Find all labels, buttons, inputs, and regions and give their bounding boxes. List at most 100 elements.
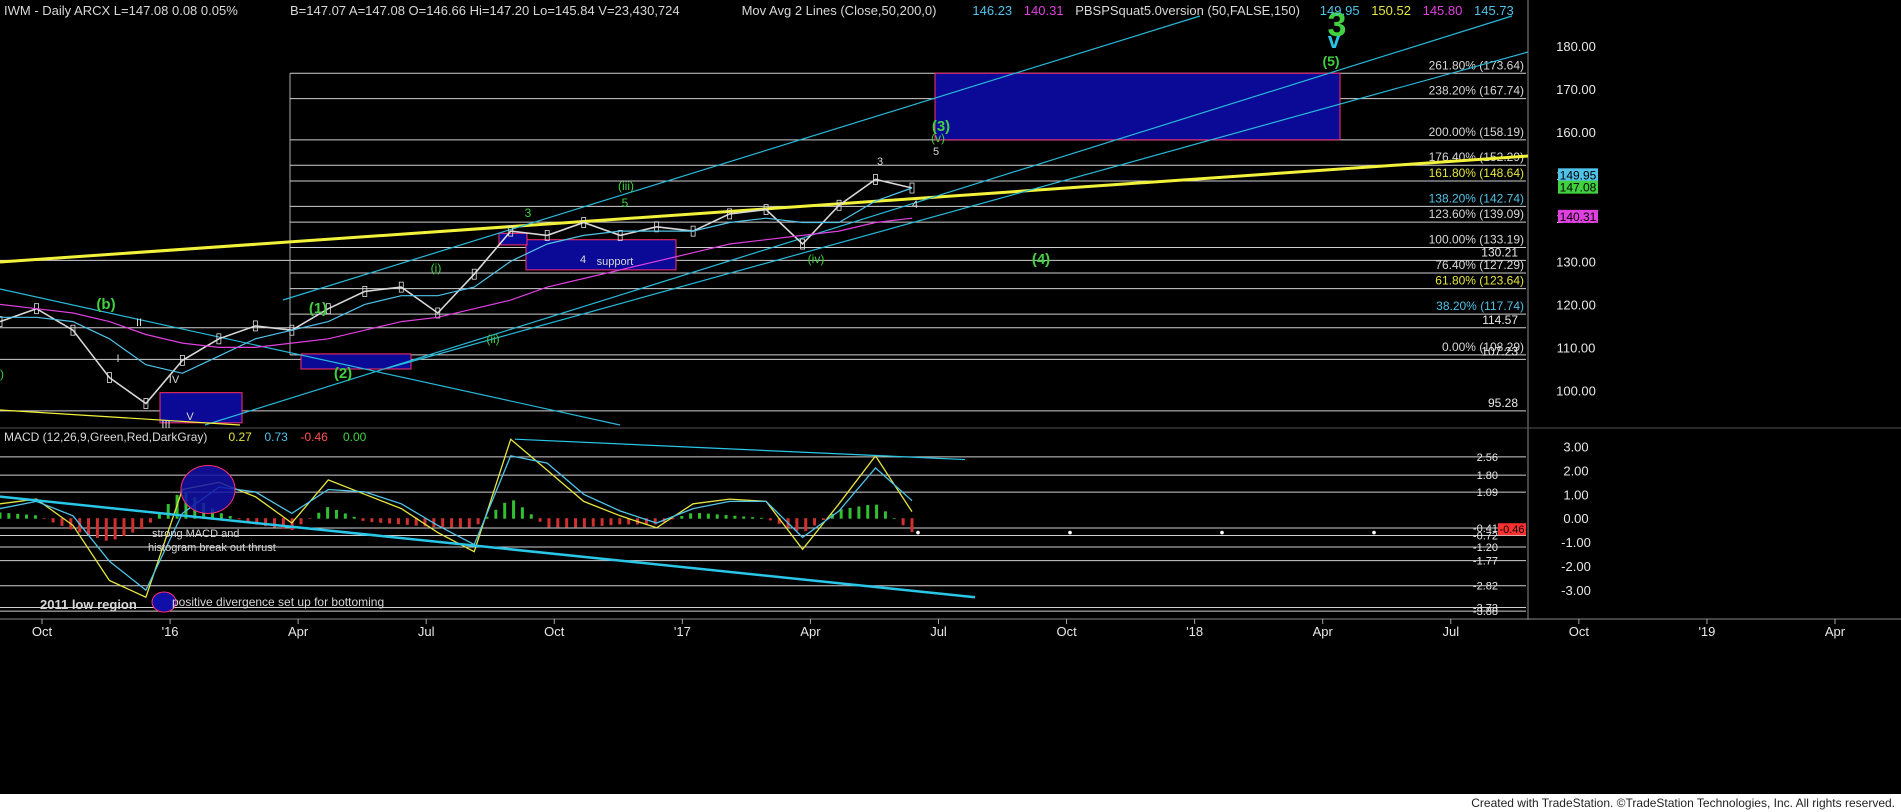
macd-histogram-bar [582,518,586,528]
wave-label: (1) [309,300,327,317]
macd-level-label: 1.80 [1477,470,1498,482]
macd-histogram-bar [25,514,29,519]
macd-histogram-bar [299,518,303,525]
header-item: IWM - Daily ARCX L=147.08 0.08 0.05% [4,3,238,18]
macd-histogram-bar [680,516,684,519]
header-item: 140.31 [1024,3,1064,18]
macd-histogram-bar [317,512,321,519]
macd-histogram-bar [149,518,153,523]
wave-label: (4) [1032,251,1050,268]
macd-histogram-bar [574,518,578,528]
wave-label: 5 [933,146,939,158]
macd-histogram-bar [759,517,763,519]
macd-histogram-bar [237,518,241,520]
macd-histogram-bar [0,512,2,519]
time-tick-label: '16 [162,624,179,639]
macd-header-item: 0.73 [265,430,289,444]
macd-level-label: -1.77 [1473,556,1498,568]
time-tick-label: Apr [1313,624,1334,639]
macd-histogram-bar [396,518,400,525]
last-price-tag-label: 140.31 [1560,210,1597,224]
macd-histogram-bar [95,518,99,538]
wave-label: v [1328,28,1341,53]
macd-histogram-bar [768,518,772,521]
wave-label: II [136,317,142,329]
macd-histogram-bar [7,513,11,519]
macd-annotation: 2011 low region [40,597,137,612]
time-tick-label: Jul [418,624,435,639]
horizontal-level-label: 130.21 [1481,245,1518,259]
macd-histogram-bar [87,518,91,536]
wave-label: I [116,353,119,365]
macd-histogram-bar [742,516,746,519]
target-box [934,72,1341,141]
macd-histogram-bar [848,507,852,519]
wave-label: (ii) [486,332,499,346]
time-tick-label: Oct [1569,624,1590,639]
macd-tick-label: 2.00 [1563,463,1588,478]
macd-histogram-bar [813,518,817,526]
price-tick-label: 100.00 [1556,384,1596,399]
time-tick-label: Apr [800,624,821,639]
macd-future-dot [1068,530,1072,535]
macd-histogram-bar [352,516,356,519]
wave-label: (iii) [618,179,634,193]
macd-histogram-bar [706,513,710,519]
macd-histogram-bar [697,512,701,519]
wave-label: 3 [525,206,532,220]
macd-histogram-bar [441,518,445,528]
header-item: 145.73 [1474,3,1514,18]
macd-histogram-bar [618,518,622,525]
macd-tick-label: 0.00 [1563,511,1588,526]
header-item: 145.80 [1423,3,1463,18]
header-item: 150.52 [1371,3,1411,18]
macd-histogram-bar [16,513,20,519]
macd-histogram-bar [370,518,374,523]
macd-header-item: MACD (12,26,9,Green,Red,DarkGray) [4,430,207,444]
fib-level-label: 200.00% (158.19) [1429,125,1524,139]
price-tick-label: 110.00 [1557,340,1596,355]
macd-value-tag-label: -0.46 [1499,524,1524,536]
macd-histogram-bar [715,514,719,519]
macd-histogram-bar [804,518,808,532]
macd-histogram-bar [520,507,524,519]
macd-histogram-bar [113,518,117,540]
wave-label: (iv) [808,252,825,266]
macd-histogram-bar [166,503,170,519]
fib-level-label: 123.60% (139.09) [1429,207,1524,221]
macd-annotation: positive divergence set up for bottoming [172,595,384,609]
wave-label: (i) [431,261,442,275]
horizontal-level-label: 107.23 [1481,344,1518,358]
wave-label: (5) [1322,53,1339,69]
macd-header-item: 0.27 [229,430,253,444]
macd-level-label: 1.09 [1477,487,1498,499]
macd-histogram-bar [512,500,516,519]
macd-tick-label: -2.00 [1561,559,1591,574]
wave-label: ) [0,367,4,381]
time-tick-label: Jul [1442,624,1459,639]
wave-label: (b) [96,296,115,313]
fib-level-label: 161.80% (148.64) [1429,166,1524,180]
macd-histogram-bar [308,518,312,519]
macd-histogram-bar [228,516,232,519]
macd-future-dot [1220,530,1224,535]
time-tick-label: Apr [288,624,309,639]
horizontal-level-label: 114.57 [1482,313,1518,327]
macd-tick-label: 3.00 [1563,439,1588,454]
price-tick-label: 160.00 [1556,125,1596,140]
macd-histogram-bar [467,518,471,528]
time-tick-label: Oct [1056,624,1077,639]
macd-tick-label: -1.00 [1561,535,1591,550]
header-item: B=147.07 A=147.08 O=146.66 Hi=147.20 Lo=… [290,3,680,18]
wave-label: (v) [931,131,945,145]
macd-histogram-bar [33,515,37,519]
macd-histogram-bar [529,514,533,519]
macd-histogram-bar [857,506,861,519]
time-tick-label: '19 [1698,624,1715,639]
macd-tick-label: 1.00 [1563,487,1588,502]
wave-label: support [597,256,634,268]
macd-histogram-bar [910,518,914,532]
price-tick-label: 180.00 [1556,39,1596,54]
macd-level-label: -3.88 [1473,606,1498,618]
macd-histogram-bar [547,518,551,528]
